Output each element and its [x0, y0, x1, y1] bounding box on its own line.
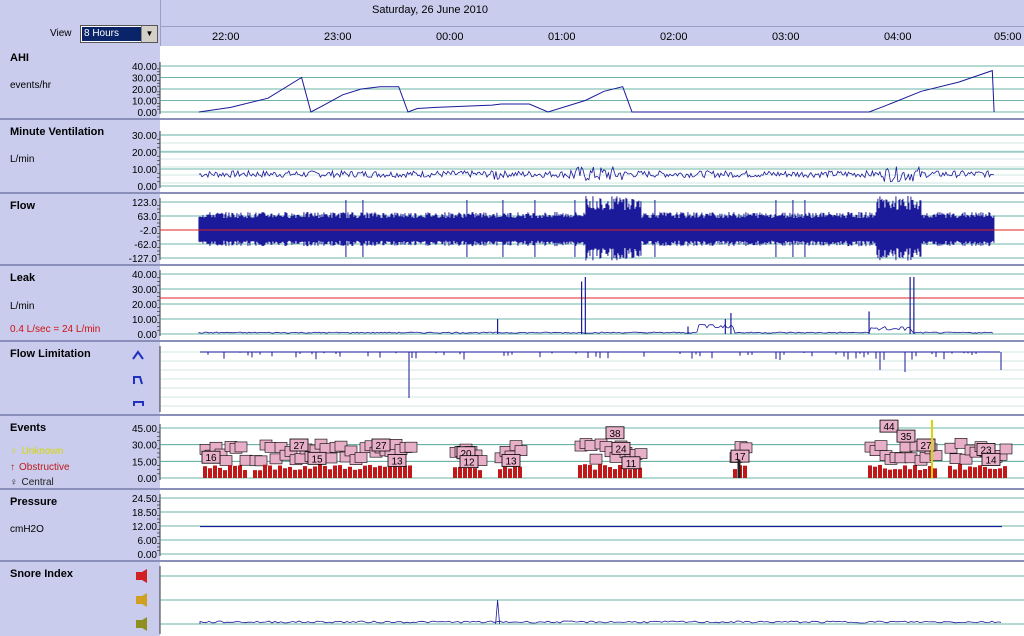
time-label: 05:00	[994, 31, 1022, 43]
event-label: 14	[985, 455, 997, 466]
y-tick-label: 24.50	[132, 494, 157, 505]
time-label: 00:00	[436, 31, 464, 43]
flow-panel: Flow 123.0 63.0 -2.0 -62.0 -127.0	[0, 194, 1024, 266]
speaker-icon	[142, 617, 147, 631]
event-label-box	[874, 440, 888, 451]
event-label: 27	[375, 441, 387, 452]
speaker-icon	[136, 596, 142, 604]
speaker-icon	[142, 593, 147, 607]
time-label: 04:00	[884, 31, 912, 43]
event-label-box	[254, 455, 268, 467]
flow-limitation-series-line	[200, 351, 1002, 398]
event-label-box	[404, 441, 418, 453]
y-tick-label: 30.00	[132, 131, 157, 142]
event-label: 11	[626, 459, 637, 470]
ahi-panel: AHI events/hr 40.00 30.00 20.00 10.00 0.00	[0, 46, 1024, 120]
snore-index-panel: Snore Index	[0, 562, 1024, 636]
y-tick-label: 20.00	[132, 300, 157, 311]
chevron-down-icon[interactable]: ▼	[141, 26, 157, 42]
y-tick-label: 12.00	[132, 522, 157, 533]
y-tick-label: 15.00	[132, 457, 157, 468]
y-tick-label: -127.0	[129, 254, 158, 264]
round-flow-icon	[132, 350, 144, 360]
y-tick-label: 10.00	[132, 165, 157, 176]
event-label: 15	[311, 454, 323, 465]
speaker-icon	[136, 572, 142, 580]
event-label: 38	[609, 429, 621, 440]
snore-index-series-line	[199, 599, 1002, 625]
event-label: 24	[615, 444, 627, 455]
time-label: 22:00	[212, 31, 240, 43]
event-label-box	[324, 452, 338, 464]
ahi-chart: 40.0030.0020.0010.000.00	[132, 62, 1024, 118]
event-label: 12	[463, 458, 475, 469]
minute-ventilation-panel: Minute Ventilation L/min 30.00 20.00 10.00…	[0, 120, 1024, 194]
view-select-value: 8 Hours	[82, 27, 141, 41]
event-label: 16	[205, 453, 217, 464]
event-label: 35	[900, 432, 912, 443]
y-tick-label: 30.00	[132, 74, 157, 85]
ahi-series-line	[198, 69, 995, 113]
limited-flow-icon	[133, 401, 144, 406]
y-tick-label: 123.0	[132, 198, 157, 209]
leak-panel: Leak L/min 0.4 L/sec = 24 L/min 40.00 30.…	[0, 266, 1024, 342]
event-label: 44	[883, 422, 895, 433]
y-tick-label: 0.00	[138, 474, 158, 485]
y-tick-label: -2.0	[140, 226, 158, 237]
y-tick-label: 40.00	[132, 62, 157, 73]
events-panel: Events ♀ Unknown ↑ Obstructive ♀ Central 45…	[0, 416, 1024, 490]
event-label-box	[999, 443, 1013, 455]
event-label: 13	[505, 457, 517, 468]
event-label: 13	[391, 457, 403, 468]
y-tick-label: 20.00	[132, 148, 157, 159]
y-tick-label: 0.00	[138, 330, 158, 340]
leak-series-line	[198, 323, 994, 334]
flat-flow-icon	[133, 376, 143, 385]
pressure-chart: 24.50 18.50 12.00 6.00 0.00	[132, 494, 1024, 560]
time-label: 01:00	[548, 31, 576, 43]
event-label-box	[589, 453, 603, 465]
flow-series-trace	[198, 196, 995, 261]
y-tick-label: 0.00	[138, 108, 158, 118]
leak-chart: 40.00 30.00 20.00 10.00 0.00	[132, 270, 1024, 340]
y-tick-label: 10.00	[132, 315, 157, 326]
time-label: 03:00	[772, 31, 800, 43]
y-tick-label: 30.00	[132, 285, 157, 296]
y-tick-label: 6.00	[138, 536, 158, 547]
flow-chart: 123.0 63.0 -2.0 -62.0 -127.0	[129, 196, 1024, 264]
y-tick-label: -62.0	[134, 240, 157, 251]
time-label: 02:00	[660, 31, 688, 43]
minute-ventilation-chart: 30.00 20.00 10.00 0.00	[132, 131, 1024, 192]
event-label: 27	[920, 441, 932, 452]
top-bar: Saturday, 26 June 2010 View 8 Hours ▼ 22…	[0, 0, 1024, 46]
view-label: View	[50, 28, 72, 39]
date-header: Saturday, 26 June 2010	[372, 4, 488, 16]
pressure-panel: Pressure cmH2O 24.50 18.50 12.00 6.00 0.00	[0, 490, 1024, 562]
y-tick-label: 20.00	[132, 85, 157, 96]
event-label-box	[234, 441, 248, 453]
events-chart: 45.0030.0015.000.0016271527132012 1338241…	[132, 419, 1024, 485]
y-tick-label: 63.0	[138, 212, 158, 223]
event-label: 27	[293, 441, 305, 452]
snore-index-chart	[136, 566, 1024, 634]
speaker-icon	[136, 620, 142, 628]
flow-limitation-panel: Flow Limitation	[0, 342, 1024, 416]
y-tick-label: 10.00	[132, 97, 157, 108]
view-select[interactable]: 8 Hours ▼	[80, 25, 158, 43]
y-tick-label: 30.00	[132, 441, 157, 452]
y-tick-label: 40.00	[132, 270, 157, 281]
time-label: 23:00	[324, 31, 352, 43]
event-label-box	[354, 452, 368, 463]
flow-limitation-chart	[132, 346, 1024, 412]
y-tick-label: 0.00	[138, 182, 158, 192]
y-tick-label: 0.00	[138, 550, 158, 560]
y-tick-label: 45.00	[132, 424, 157, 435]
event-label-box	[219, 455, 233, 466]
speaker-icon	[142, 569, 147, 583]
y-tick-label: 18.50	[132, 508, 157, 519]
